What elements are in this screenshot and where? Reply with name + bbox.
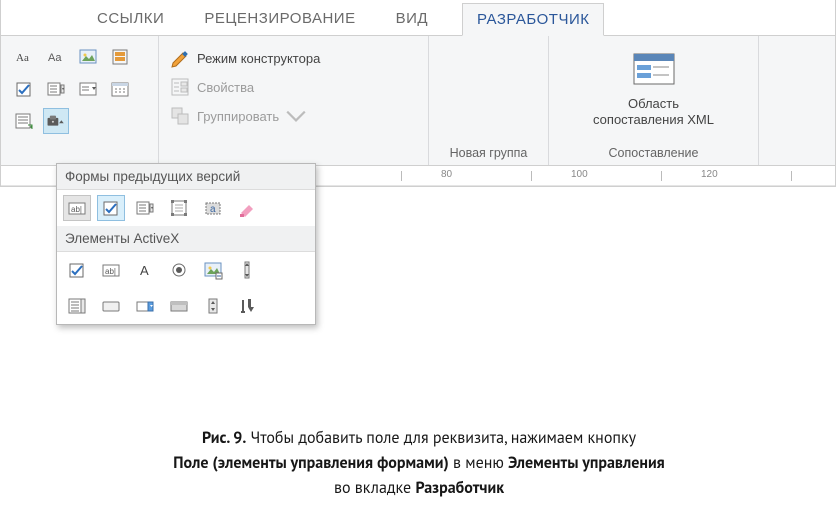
svg-text:ab|: ab| [71,205,82,214]
group-controls: Aa Aa [1,36,159,165]
ribbon-tabs: ССЫЛКИ РЕЦЕНЗИРОВАНИЕ ВИД РАЗРАБОТЧИК [1,0,835,36]
svg-text:Aa: Aa [48,52,62,64]
ribbon: Aa Aa Режим конструктора [1,36,835,166]
ruler-num-80: 80 [441,169,452,180]
caption-bold3: Разработчик [415,478,504,498]
ruler-num-120: 120 [701,169,718,180]
xml-mapping-pane-button[interactable]: Область сопоставления XML [557,42,750,129]
activex-spin-button[interactable] [199,293,227,319]
group-new: Новая группа [429,36,549,165]
design-mode-button[interactable]: Режим конструктора [169,45,418,71]
group-mapping-label: Сопоставление [557,145,750,163]
properties-label: Свойства [197,80,254,95]
svg-text:Aa: Aa [16,52,29,64]
group-new-label: Новая группа [437,145,540,163]
checkbox-form-field-button[interactable] [97,195,125,221]
caption-bold1: Поле (элементы управления формами) [173,453,448,473]
date-picker-content-control-icon[interactable] [107,76,133,102]
rich-text-content-control-icon[interactable]: Aa [11,44,37,70]
group-constructor: Режим конструктора Свойства Группировать [159,36,429,165]
xml-mapping-icon [631,48,677,90]
activex-scrollbar-button[interactable] [233,257,261,283]
activex-textbox-button[interactable]: ab| [97,257,125,283]
form-field-shading-button[interactable]: a [199,195,227,221]
activex-toggle-button[interactable] [165,293,193,319]
reset-form-fields-button[interactable] [233,195,261,221]
chevron-down-icon [285,105,307,127]
plain-text-content-control-icon[interactable]: Aa [43,44,69,70]
activex-checkbox-button[interactable] [63,257,91,283]
tab-review[interactable]: РЕЦЕНЗИРОВАНИЕ [198,2,361,35]
combo-box-content-control-icon[interactable] [43,76,69,102]
caption-mid: в меню [449,453,508,473]
svg-text:a: a [210,204,216,215]
xml-mapping-label-1: Область [593,96,714,112]
svg-text:A: A [140,263,149,278]
caption-line1: Чтобы добавить поле для реквизита, нажим… [246,428,636,448]
dropdown-form-field-button[interactable] [131,195,159,221]
group-constructor-label [167,145,420,163]
picture-content-control-icon[interactable] [75,44,101,70]
svg-text:ab|: ab| [105,267,116,276]
tab-developer[interactable]: РАЗРАБОТЧИК [462,3,604,36]
text-form-field-button[interactable]: ab| [63,195,91,221]
legacy-tools-dropdown: Формы предыдущих версий ab| a Элементы A… [56,163,316,325]
frame-form-field-button[interactable] [165,195,193,221]
xml-mapping-label-2: сопоставления XML [593,112,714,128]
ruler-num-100: 100 [571,169,588,180]
activex-list-box-button[interactable] [63,293,91,319]
figure-caption: Рис. 9. Чтобы добавить поле для реквизит… [0,426,838,500]
tab-view[interactable]: ВИД [390,2,434,35]
app-window: ССЫЛКИ РЕЦЕНЗИРОВАНИЕ ВИД РАЗРАБОТЧИК Aa… [0,0,836,187]
activex-header: Элементы ActiveX [57,226,315,252]
checkbox-content-control-icon[interactable] [11,76,37,102]
activex-command-button[interactable] [97,293,125,319]
properties-button: Свойства [169,74,418,100]
group-mapping: Область сопоставления XML Сопоставление [549,36,759,165]
caption-line3-pre: во вкладке [334,478,415,498]
activex-combo-box-button[interactable] [131,293,159,319]
group-controls-label [9,145,150,163]
activex-more-controls-button[interactable] [233,293,261,319]
caption-prefix: Рис. 9. [202,428,246,448]
dropdown-list-content-control-icon[interactable] [75,76,101,102]
group-button: Группировать [169,103,418,129]
tab-links[interactable]: ССЫЛКИ [91,2,170,35]
activex-image-button[interactable] [199,257,227,283]
legacy-forms-header: Формы предыдущих версий [57,164,315,190]
legacy-tools-button[interactable] [43,108,69,134]
design-mode-label: Режим конструктора [197,51,320,66]
building-block-control-icon[interactable] [107,44,133,70]
repeating-section-control-icon[interactable] [11,108,37,134]
activex-label-button[interactable]: A [131,257,159,283]
caption-bold2: Элементы управления [508,453,665,473]
activex-option-button[interactable] [165,257,193,283]
group-label: Группировать [197,109,279,124]
